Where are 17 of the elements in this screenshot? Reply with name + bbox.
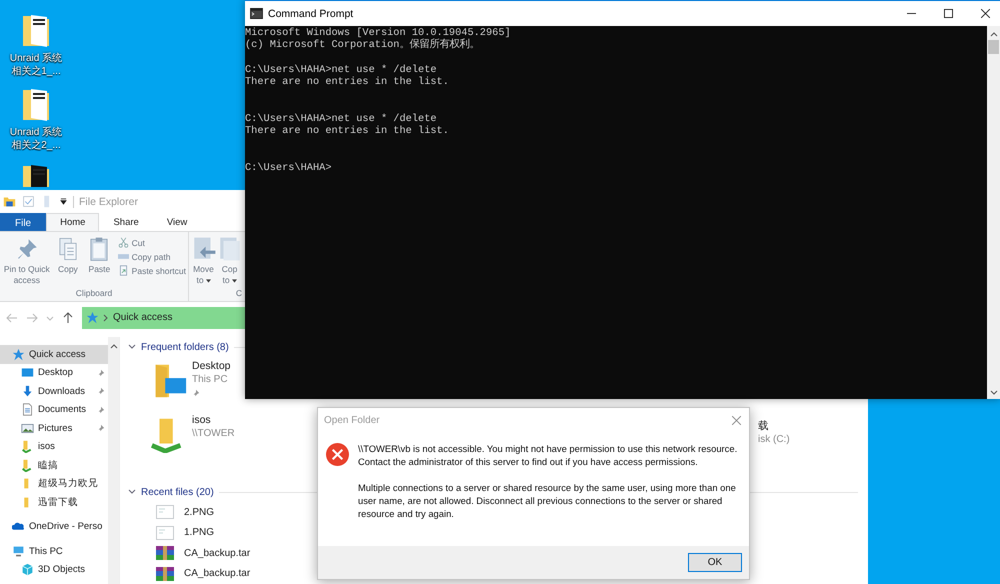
window-title: File Explorer (73, 196, 138, 208)
desktop-icon-label: Unraid 系统 相关之2_... (10, 126, 62, 152)
console-line: C:\Users\HAHA>net use * /delete (245, 113, 437, 126)
desktop-icon-label: Unraid 系统 相关之1_... (10, 52, 62, 78)
console-line: (c) Microsoft Corporation。保留所有权利。 (245, 39, 480, 52)
group-label: C (234, 288, 242, 300)
console-line: C:\Users\HAHA>net use * /delete (245, 64, 437, 76)
console-line: Microsoft Windows [Version 10.0.19045.2965] (245, 27, 511, 39)
console-line: There are no entries in the list. (245, 76, 449, 88)
console-line: There are no entries in the list. (245, 125, 449, 138)
dialog-title: Open Folder (324, 414, 380, 426)
address-text: Quick access (113, 312, 172, 323)
error-message: \\TOWER\vb is not accessible. You might not have permission to use this network resource. Contact the administrator of this server to find out if you have access permissions. (358, 442, 738, 468)
error-message: Multiple connections to a server or shared resource by the same user, using more than one user name, are not allowed. Disconnect all previous connections to the server or shared resource and try again. (358, 481, 737, 520)
window-title: Command Prompt (268, 8, 354, 20)
console-line: C:\Users\HAHA> (245, 162, 332, 175)
group-label: Clipboard (74, 288, 114, 300)
